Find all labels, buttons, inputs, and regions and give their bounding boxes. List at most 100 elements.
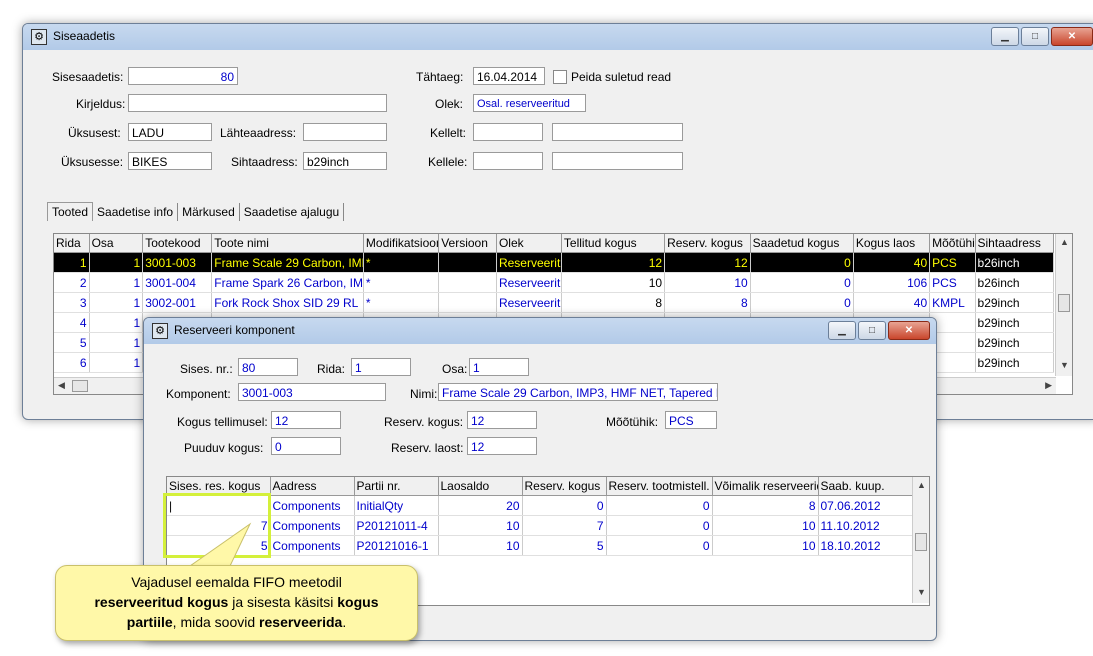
kellele-code-field[interactable] <box>473 152 543 170</box>
kogus-tellimusel-field[interactable]: 12 <box>271 411 341 429</box>
products-header-row: Rida Osa Tootekood Toote nimi Modifikats… <box>54 234 1055 253</box>
reserv-laost-field[interactable]: 12 <box>467 437 537 455</box>
cell: 2 <box>54 272 90 293</box>
tab-saadetise-info[interactable]: Saadetise info <box>93 203 179 221</box>
cell: 1 <box>89 272 144 293</box>
col-header[interactable]: Saab. kuup. <box>818 477 913 496</box>
peida-checkbox[interactable] <box>553 70 567 84</box>
table-row[interactable]: 2 1 3001-004 Frame Spark 26 Carbon, IMP … <box>54 272 1055 293</box>
cell: 07.06.2012 <box>818 495 913 516</box>
table-row[interactable]: 7 Components P20121011-4 10 7 0 10 11.10… <box>167 515 913 536</box>
main-titlebar[interactable]: ⚙ Siseaadetis ▁ □ ✕ <box>23 24 1093 50</box>
cell: PCS <box>929 252 976 273</box>
col-header[interactable]: Reserv. tootmistell. <box>606 477 713 496</box>
scroll-up-icon[interactable]: ▲ <box>1060 237 1069 247</box>
olek-field[interactable]: Osal. reserveeritud <box>473 94 586 112</box>
sises-nr-field[interactable]: 80 <box>238 358 298 376</box>
scroll-thumb[interactable] <box>1058 294 1070 312</box>
sisesaadetis-field[interactable]: 80 <box>128 67 238 85</box>
batches-vscrollbar[interactable]: ▲ ▼ <box>912 477 929 603</box>
nimi-field[interactable]: Frame Scale 29 Carbon, IMP3, HMF NET, Ta… <box>438 383 718 401</box>
dialog-titlebar[interactable]: ⚙ Reserveeri komponent ▁ □ ✕ <box>144 318 936 344</box>
col-header[interactable]: Versioon <box>438 234 497 253</box>
hscroll-thumb[interactable] <box>72 380 88 392</box>
table-row[interactable]: 1 1 3001-003 Frame Scale 29 Carbon, IMP … <box>54 252 1055 273</box>
cell: Reserveerit <box>496 252 562 273</box>
cell <box>438 252 497 273</box>
tahtaeg-field[interactable]: 16.04.2014 <box>473 67 545 85</box>
puuduv-kogus-field[interactable]: 0 <box>271 437 341 455</box>
cell: 8 <box>712 495 819 516</box>
lahteaadress-field[interactable] <box>303 123 387 141</box>
sihtaadress-field[interactable]: b29inch <box>303 152 387 170</box>
cell: Frame Spark 26 Carbon, IMP <box>211 272 364 293</box>
close-button[interactable]: ✕ <box>1051 27 1093 46</box>
col-header[interactable]: Laosaldo <box>438 477 523 496</box>
komponent-field[interactable]: 3001-003 <box>238 383 386 401</box>
osa-field[interactable]: 1 <box>469 358 529 376</box>
lahteaadress-label: Lähteaadress: <box>220 126 297 140</box>
col-header[interactable]: Rida <box>54 234 90 253</box>
tab-saadetise-ajalugu[interactable]: Saadetise ajalugu <box>240 203 345 221</box>
peida-label: Peida suletud read <box>571 70 672 84</box>
cell: 10 <box>712 515 819 536</box>
maximize-button[interactable]: □ <box>858 321 886 340</box>
kellelt-name-field[interactable] <box>552 123 683 141</box>
scroll-up-icon[interactable]: ▲ <box>917 480 926 490</box>
col-header[interactable]: Toote nimi <box>211 234 364 253</box>
col-header[interactable]: Olek <box>496 234 562 253</box>
col-header[interactable]: Tellitud kogus <box>561 234 666 253</box>
cell: 40 <box>853 252 931 273</box>
cell: 12 <box>561 252 666 273</box>
reserv-kogus-field[interactable]: 12 <box>467 411 537 429</box>
col-header[interactable]: Saadetud kogus <box>750 234 854 253</box>
cell: 0 <box>606 535 713 556</box>
tab-tooted[interactable]: Tooted <box>47 202 94 221</box>
uksusesse-label: Üksusesse: <box>61 155 124 169</box>
close-button[interactable]: ✕ <box>888 321 930 340</box>
cell: 1 <box>89 292 144 313</box>
table-row[interactable]: | Components InitialQty 20 0 0 8 07.06.2… <box>167 495 913 516</box>
col-header[interactable]: Modifikatsioon <box>363 234 440 253</box>
cell: 0 <box>606 495 713 516</box>
scroll-left-icon[interactable]: ◀ <box>58 380 65 391</box>
col-header[interactable]: Partii nr. <box>354 477 439 496</box>
table-row[interactable]: 3 1 3002-001 Fork Rock Shox SID 29 RL * … <box>54 292 1055 313</box>
col-header[interactable]: Sihtaadress <box>975 234 1055 253</box>
scroll-right-icon[interactable]: ▶ <box>1045 380 1052 391</box>
minimize-button[interactable]: ▁ <box>991 27 1019 46</box>
products-vscrollbar[interactable]: ▲ ▼ <box>1055 234 1072 376</box>
table-row[interactable]: 5 Components P20121016-1 10 5 0 10 18.10… <box>167 535 913 556</box>
sisesaadetis-label: Sisesaadetis: <box>52 70 124 84</box>
col-header[interactable]: Osa <box>89 234 144 253</box>
mootuhik-field[interactable]: PCS <box>665 411 717 429</box>
rida-field[interactable]: 1 <box>351 358 411 376</box>
uksusesse-field[interactable]: BIKES <box>128 152 212 170</box>
uksusest-field[interactable]: LADU <box>128 123 212 141</box>
col-header[interactable]: Võimalik reserveerida <box>712 477 819 496</box>
minimize-button[interactable]: ▁ <box>828 321 856 340</box>
scroll-down-icon[interactable]: ▼ <box>1060 360 1069 370</box>
tip-callout: Vajadusel eemalda FIFO meetodil reservee… <box>55 565 418 641</box>
cell: 11.10.2012 <box>818 515 913 536</box>
cell <box>438 272 497 293</box>
cell: 10 <box>712 535 819 556</box>
cell: * <box>363 272 440 293</box>
kellelt-code-field[interactable] <box>473 123 543 141</box>
cell: b29inch <box>975 292 1055 313</box>
col-header[interactable]: Aadress <box>270 477 355 496</box>
kellele-name-field[interactable] <box>552 152 683 170</box>
cell: 18.10.2012 <box>818 535 913 556</box>
col-header[interactable]: Reserv. kogus <box>522 477 607 496</box>
col-header[interactable]: Tootekood <box>142 234 213 253</box>
cell: b29inch <box>975 352 1055 373</box>
tab-markused[interactable]: Märkused <box>178 203 240 221</box>
maximize-button[interactable]: □ <box>1021 27 1049 46</box>
col-header[interactable]: Reserv. kogus <box>664 234 751 253</box>
scroll-thumb[interactable] <box>915 533 927 551</box>
kirjeldus-field[interactable] <box>128 94 387 112</box>
col-header[interactable]: Kogus laos <box>853 234 931 253</box>
cell: 5 <box>522 535 607 556</box>
scroll-down-icon[interactable]: ▼ <box>917 587 926 597</box>
col-header[interactable]: Mõõtühik <box>929 234 976 253</box>
